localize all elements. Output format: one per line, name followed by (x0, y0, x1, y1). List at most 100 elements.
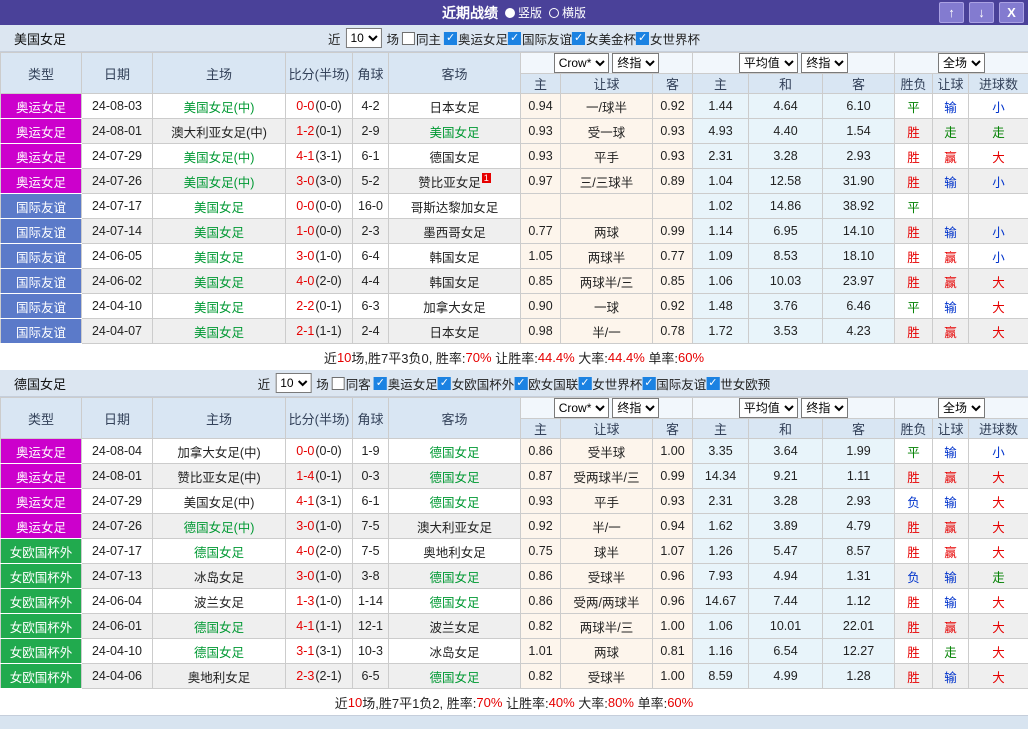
avg-home: 1.06 (692, 613, 750, 639)
match-row: 奥运女足 24-08-04 加拿大女足(中) 0-0(0-0) 1-9 德国女足 0.86 受… (0, 438, 1028, 464)
odds-source-select[interactable]: Crow* (553, 398, 609, 418)
league-filter[interactable]: 奥运女足 (373, 374, 438, 393)
match-row: 奥运女足 24-07-29 美国女足(中) 4-1(3-1) 6-1 德国女足 0.93 平手… (0, 143, 1028, 169)
league-filter[interactable]: 国际友谊 (508, 29, 572, 48)
col-score: 比分(半场) (285, 52, 353, 94)
away-odds: 0.99 (651, 463, 694, 489)
same-venue-checkbox[interactable]: 同客 (331, 374, 371, 393)
avg-draw: 9.21 (748, 463, 824, 489)
match-type-badge: 国际友谊 (0, 318, 82, 344)
radio-unselected-icon (549, 7, 559, 18)
home-team: 美国女足(中) (152, 93, 286, 119)
avg-away: 4.79 (822, 513, 896, 539)
away-odds: 0.93 (651, 143, 694, 169)
col-goals-result: 进球数 (968, 418, 1028, 439)
away-odds: 0.89 (651, 168, 694, 194)
home-odds: 0.85 (520, 268, 561, 294)
checkbox-checked-icon (706, 376, 720, 390)
same-venue-checkbox[interactable]: 同主 (401, 29, 441, 48)
match-result: 胜 (894, 268, 934, 294)
match-score: 0-0(0-0) (285, 93, 353, 119)
handicap-result: 赢 (932, 513, 970, 539)
avg-home: 2.31 (692, 143, 750, 169)
col-away: 客场 (388, 397, 521, 439)
match-result: 负 (894, 563, 934, 589)
final-index-select-2[interactable]: 终指 (801, 53, 849, 73)
match-date: 24-07-26 (81, 513, 153, 539)
goals-result: 大 (968, 513, 1028, 539)
match-count-select[interactable]: 10 (275, 373, 312, 393)
league-filter[interactable]: 国际友谊 (642, 374, 706, 393)
home-team: 加拿大女足(中) (152, 438, 286, 464)
match-type-badge: 国际友谊 (0, 243, 82, 269)
col-home: 主场 (152, 397, 286, 439)
corner-score: 6-4 (352, 243, 389, 269)
checkbox-checked-icon (514, 376, 528, 390)
away-odds: 0.96 (651, 588, 694, 614)
average-select[interactable]: 平均值 (738, 53, 798, 73)
match-type-badge: 女欧国杯外 (0, 563, 82, 589)
match-count-select[interactable]: 10 (345, 28, 382, 48)
handicap-result: 输 (932, 588, 970, 614)
home-team: 美国女足 (152, 293, 286, 319)
match-score: 3-1(3-1) (285, 638, 353, 664)
match-type-badge: 奥运女足 (0, 143, 82, 169)
match-type-badge: 奥运女足 (0, 438, 82, 464)
odds-source-select[interactable]: Crow* (553, 53, 609, 73)
avg-draw: 6.54 (748, 638, 824, 664)
avg-draw: 3.64 (748, 438, 824, 464)
away-team: 德国女足 (388, 488, 521, 514)
scope-select[interactable]: 全场 (938, 398, 986, 418)
handicap-line: 受两球半/三 (560, 463, 653, 489)
avg-away: 38.92 (822, 193, 896, 219)
away-team: 波兰女足 (388, 613, 521, 639)
scope-select[interactable]: 全场 (938, 53, 986, 73)
layout-radio-horizontal[interactable]: 横版 (549, 4, 586, 21)
league-filter[interactable]: 女欧国杯外 (437, 374, 514, 393)
col-handicap-result: 让球 (932, 73, 970, 94)
away-team: 冰岛女足 (388, 638, 521, 664)
section-header-germany: 德国女足 近 10 场 同客 奥运女足女欧国杯外欧女国联女世界杯国际友谊世女欧预 (0, 370, 1028, 397)
league-filter[interactable]: 欧女国联 (514, 374, 578, 393)
league-filter[interactable]: 女世界杯 (578, 374, 642, 393)
corner-score: 5-2 (352, 168, 389, 194)
avg-away: 6.10 (822, 93, 896, 119)
final-index-select[interactable]: 终指 (612, 53, 660, 73)
handicap-line: 一球 (560, 293, 653, 319)
avg-draw: 3.76 (748, 293, 824, 319)
avg-draw: 10.01 (748, 613, 824, 639)
final-index-select-2[interactable]: 终指 (801, 398, 849, 418)
col-handicap: 让球 (560, 73, 653, 94)
league-filters: 奥运女足女欧国杯外欧女国联女世界杯国际友谊世女欧预 (373, 374, 770, 393)
match-score: 4-1(3-1) (285, 143, 353, 169)
match-score: 1-3(1-0) (285, 588, 353, 614)
league-filter[interactable]: 女美金杯 (572, 29, 636, 48)
move-up-button[interactable]: ↑ (939, 2, 964, 23)
league-filter[interactable]: 世女欧预 (706, 374, 770, 393)
home-odds: 0.82 (520, 663, 561, 689)
match-score: 4-1(1-1) (285, 613, 353, 639)
avg-home: 1.16 (692, 638, 750, 664)
close-button[interactable]: X (999, 2, 1024, 23)
move-down-button[interactable]: ↓ (969, 2, 994, 23)
checkbox-checked-icon (373, 376, 387, 390)
layout-radio-vertical[interactable]: 竖版 (504, 4, 542, 21)
match-date: 24-04-10 (81, 293, 153, 319)
goals-result: 走 (968, 118, 1028, 144)
match-date: 24-04-06 (81, 663, 153, 689)
average-select[interactable]: 平均值 (738, 398, 798, 418)
corner-score: 12-1 (352, 613, 389, 639)
page-title: 近期战绩 (441, 4, 498, 21)
col-avg-away: 客 (822, 73, 896, 94)
col-corner: 角球 (352, 52, 389, 94)
home-team: 美国女足(中) (152, 488, 286, 514)
handicap-result: 赢 (932, 268, 970, 294)
league-filter[interactable]: 女世界杯 (636, 29, 700, 48)
home-team: 德国女足(中) (152, 513, 286, 539)
checkbox-checked-icon (443, 31, 457, 45)
home-team: 澳大利亚女足(中) (152, 118, 286, 144)
league-filter[interactable]: 奥运女足 (443, 29, 508, 48)
final-index-select[interactable]: 终指 (612, 398, 660, 418)
team-name: 美国女足 (14, 31, 67, 47)
radio-selected-icon (504, 7, 515, 18)
